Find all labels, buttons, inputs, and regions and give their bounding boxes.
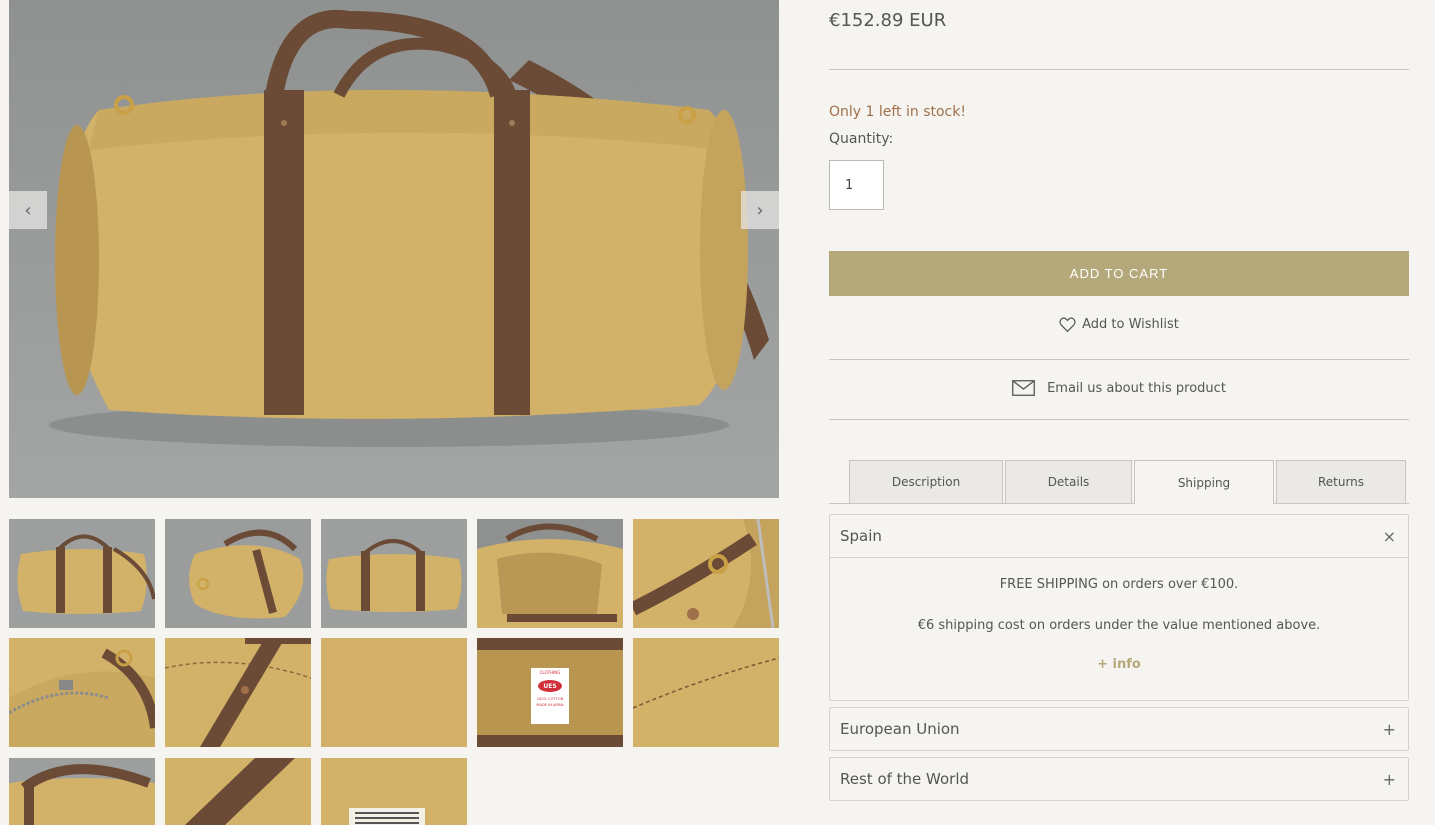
thumbnail-4-image bbox=[477, 519, 623, 628]
email-about-product-link[interactable]: Email us about this product bbox=[829, 380, 1409, 396]
accordion-body-spain: FREE SHIPPING on orders over €100. €6 sh… bbox=[830, 557, 1408, 672]
region-name: Rest of the World bbox=[840, 770, 970, 788]
chevron-right-icon: › bbox=[756, 199, 764, 221]
main-product-image[interactable] bbox=[9, 0, 779, 498]
expand-plus-icon[interactable]: + bbox=[1383, 770, 1396, 789]
thumbnail-5-image bbox=[633, 519, 779, 628]
thumbnail-9[interactable]: CLOTHING UES 100% COTTON MADE IN JAPAN bbox=[477, 638, 623, 747]
stock-notice: Only 1 left in stock! bbox=[829, 104, 966, 120]
thumbnail-13[interactable] bbox=[321, 758, 467, 825]
thumbnail-1-image bbox=[9, 519, 155, 628]
thumbnail-7[interactable] bbox=[165, 638, 311, 747]
thumbnail-13-image bbox=[321, 758, 467, 825]
shipping-region-european-union[interactable]: European Union + bbox=[829, 707, 1409, 751]
tab-description[interactable]: Description bbox=[849, 460, 1003, 503]
label-text-origin: MADE IN JAPAN bbox=[536, 703, 563, 707]
thumbnail-2-image bbox=[165, 519, 311, 628]
thumbnail-6-image bbox=[9, 638, 155, 747]
thumbnail-2[interactable] bbox=[165, 519, 311, 628]
more-info-link[interactable]: + info bbox=[1097, 657, 1141, 672]
region-name: Spain bbox=[840, 527, 882, 545]
thumbnail-12[interactable] bbox=[165, 758, 311, 825]
add-to-wishlist-link[interactable]: Add to Wishlist bbox=[829, 317, 1409, 332]
wishlist-label: Add to Wishlist bbox=[1082, 317, 1179, 332]
shipping-cost-text: €6 shipping cost on orders under the val… bbox=[917, 618, 1321, 633]
thumbnail-10[interactable] bbox=[633, 638, 779, 747]
thumbnail-8[interactable] bbox=[321, 638, 467, 747]
thumbnail-11-image bbox=[9, 758, 155, 825]
add-to-cart-button[interactable]: ADD TO CART bbox=[829, 251, 1409, 296]
accordion-header-spain[interactable]: Spain × bbox=[830, 515, 1408, 557]
region-name: European Union bbox=[840, 720, 960, 738]
chevron-left-icon: ‹ bbox=[24, 199, 32, 221]
thumbnail-12-image bbox=[165, 758, 311, 825]
tab-returns[interactable]: Returns bbox=[1276, 460, 1406, 503]
tab-label: Description bbox=[891, 475, 961, 489]
divider bbox=[829, 69, 1409, 70]
thumbnail-9-image: CLOTHING UES 100% COTTON MADE IN JAPAN bbox=[477, 638, 623, 747]
accordion-header-eu[interactable]: European Union + bbox=[830, 708, 1408, 750]
quantity-label: Quantity: bbox=[829, 131, 894, 147]
thumbnail-8-image bbox=[321, 638, 467, 747]
shipping-region-rest-of-world[interactable]: Rest of the World + bbox=[829, 757, 1409, 801]
duffel-bag-photo bbox=[49, 9, 769, 447]
shipping-region-spain: Spain × FREE SHIPPING on orders over €10… bbox=[829, 514, 1409, 701]
free-shipping-text: FREE SHIPPING on orders over €100. bbox=[999, 577, 1239, 592]
thumbnail-7-image bbox=[165, 638, 311, 747]
expand-plus-icon[interactable]: + bbox=[1383, 720, 1396, 739]
close-icon[interactable]: × bbox=[1383, 527, 1396, 546]
email-label: Email us about this product bbox=[1047, 380, 1226, 396]
label-text-cotton: 100% COTTON bbox=[537, 697, 564, 701]
divider bbox=[829, 359, 1409, 360]
tab-details[interactable]: Details bbox=[1005, 460, 1132, 503]
thumbnail-1[interactable] bbox=[9, 519, 155, 628]
divider bbox=[829, 419, 1409, 420]
thumbnail-3[interactable] bbox=[321, 519, 467, 628]
heart-icon bbox=[1059, 317, 1076, 332]
quantity-input[interactable] bbox=[829, 160, 884, 210]
label-text-clothing: CLOTHING bbox=[540, 670, 561, 675]
thumbnail-5[interactable] bbox=[633, 519, 779, 628]
tab-shipping[interactable]: Shipping bbox=[1134, 460, 1274, 504]
thumbnail-11[interactable] bbox=[9, 758, 155, 825]
tabs-baseline bbox=[829, 503, 1409, 504]
product-price: €152.89 EUR bbox=[829, 10, 947, 31]
accordion-header-world[interactable]: Rest of the World + bbox=[830, 758, 1408, 800]
gallery-prev-button[interactable]: ‹ bbox=[9, 191, 47, 229]
thumbnail-6[interactable] bbox=[9, 638, 155, 747]
tab-label: Shipping bbox=[1177, 475, 1231, 490]
tab-label: Details bbox=[1047, 475, 1090, 489]
thumbnail-10-image bbox=[633, 638, 779, 747]
thumbnail-3-image bbox=[321, 519, 467, 628]
tab-label: Returns bbox=[1317, 475, 1365, 489]
thumbnail-4[interactable] bbox=[477, 519, 623, 628]
label-text-brand: UES bbox=[543, 683, 556, 690]
gallery-next-button[interactable]: › bbox=[741, 191, 779, 229]
envelope-icon bbox=[1012, 380, 1035, 396]
